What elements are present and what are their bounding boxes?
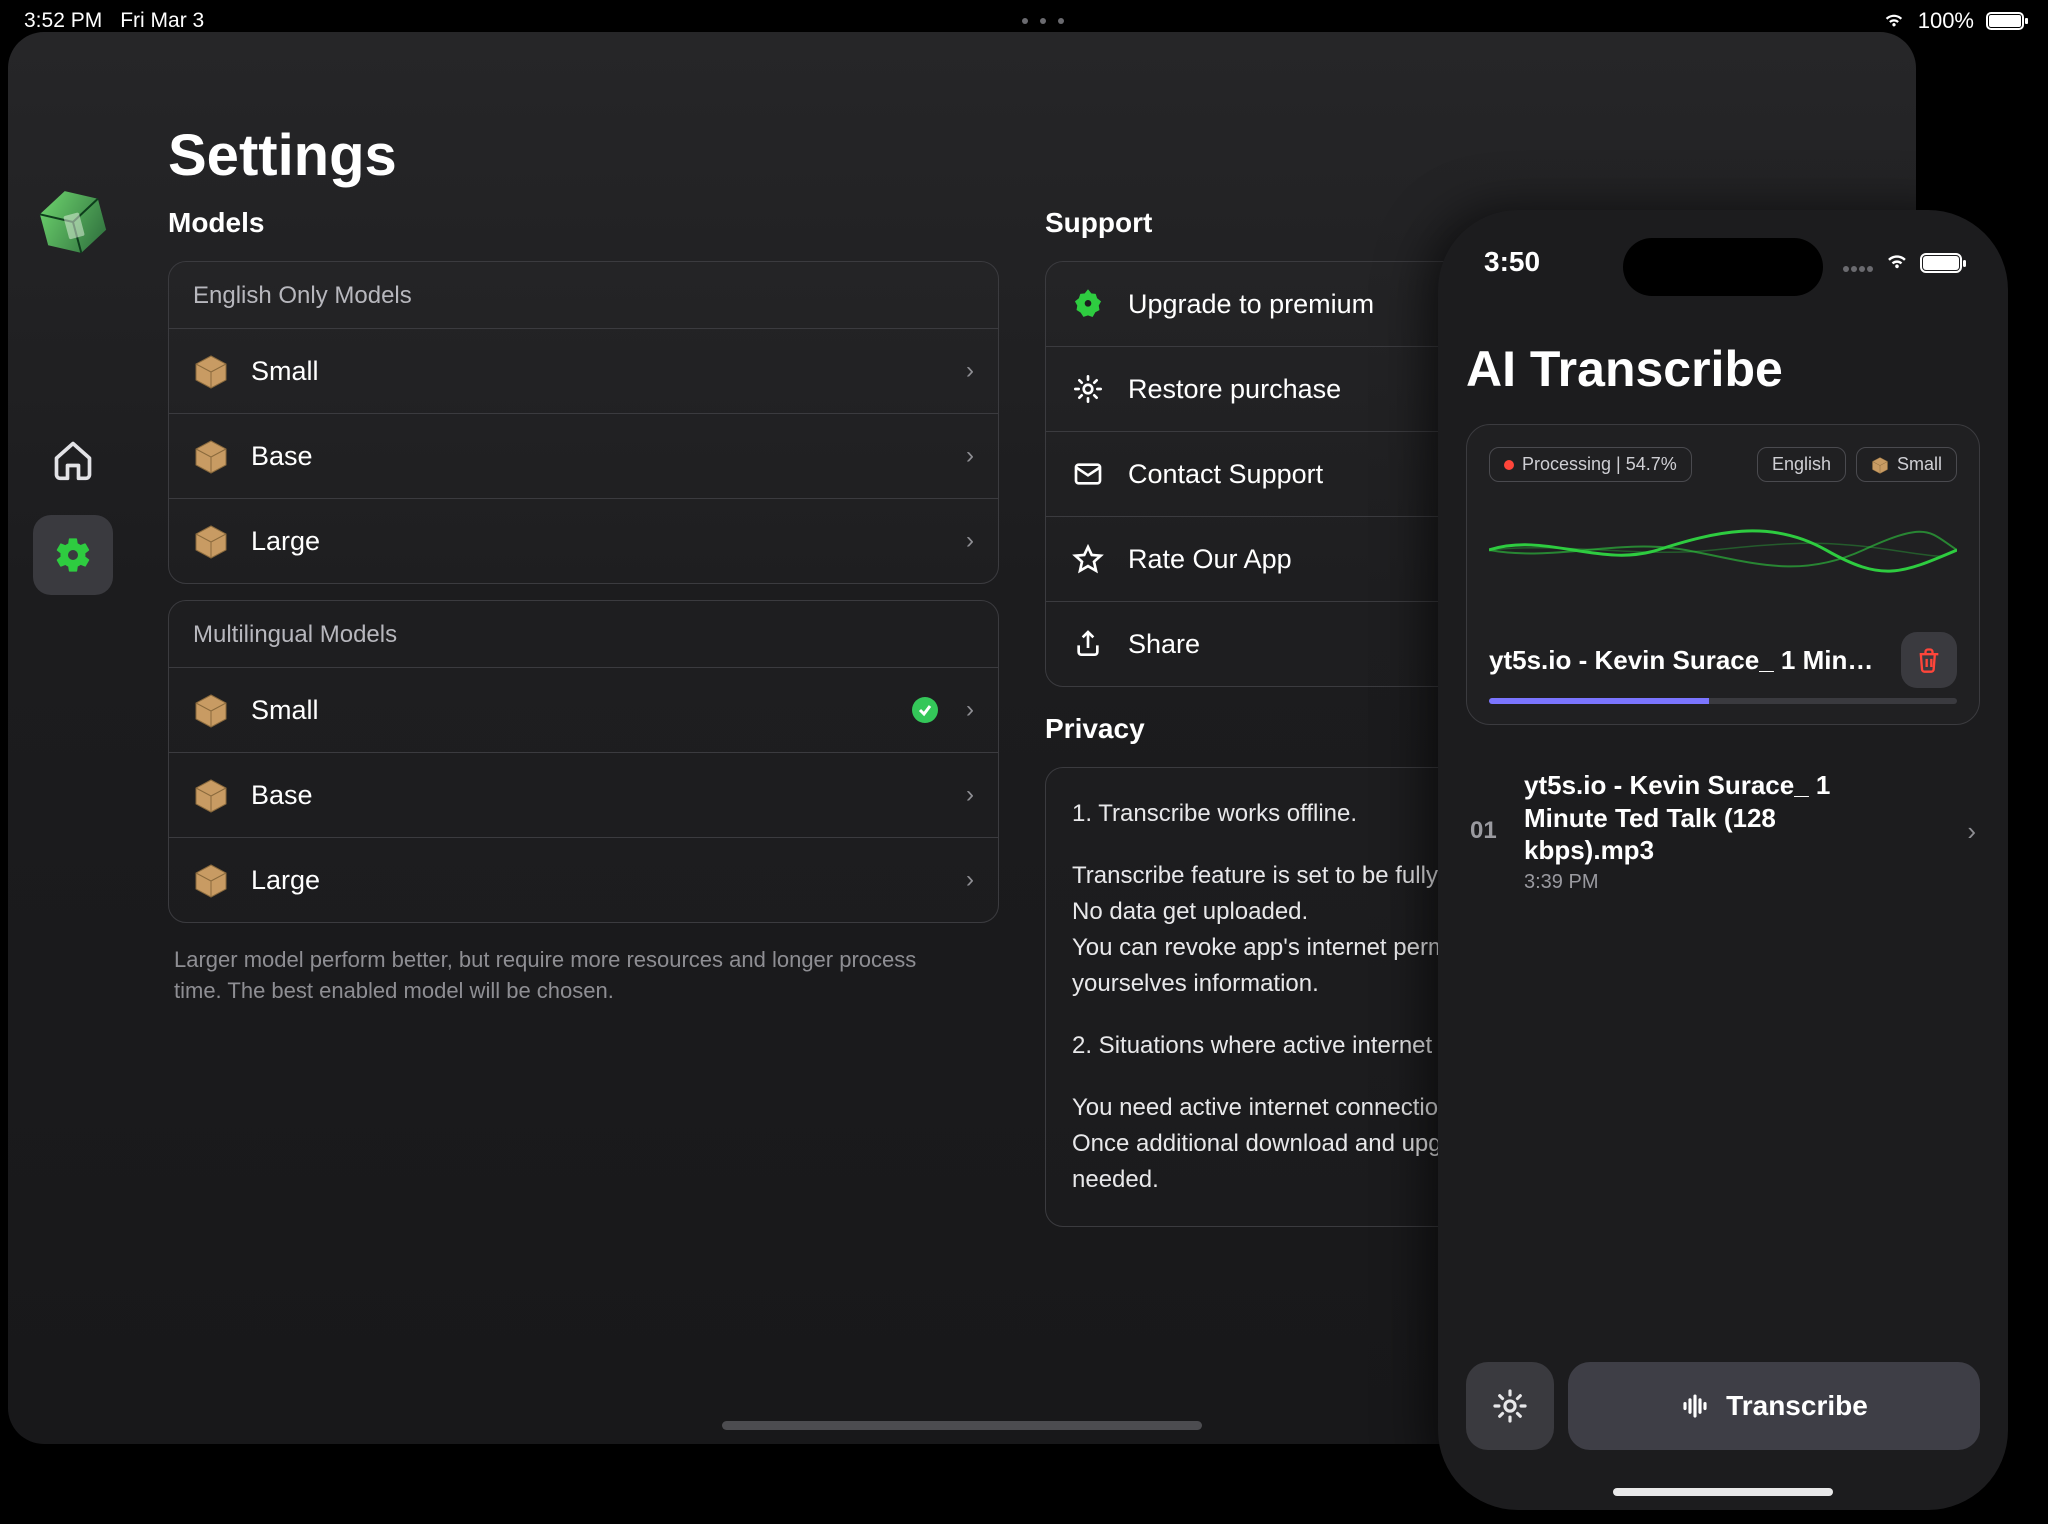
list-item-title: yt5s.io - Kevin Surace_ 1 Minute Ted Tal…	[1524, 769, 1904, 867]
multilingual-models-header: Multilingual Models	[169, 601, 998, 668]
status-date: Fri Mar 3	[120, 9, 204, 33]
current-file-name: yt5s.io - Kevin Surace_ 1 Minute...	[1489, 645, 1887, 676]
mail-icon	[1070, 456, 1106, 492]
progress-bar	[1489, 698, 1957, 704]
english-models-header: English Only Models	[169, 262, 998, 329]
recording-dot-icon	[1504, 460, 1514, 470]
delete-button[interactable]	[1901, 632, 1957, 688]
model-label: Base	[251, 441, 944, 472]
processing-pill: Processing | 54.7%	[1489, 447, 1692, 482]
language-pill[interactable]: English	[1757, 447, 1846, 482]
settings-icon[interactable]	[33, 515, 113, 595]
page-title: Settings	[168, 122, 1876, 189]
model-row-english-small[interactable]: Small	[169, 329, 998, 414]
english-models-panel: English Only Models Small Base Large	[168, 261, 999, 584]
package-icon	[193, 692, 229, 728]
model-row-multi-base[interactable]: Base	[169, 753, 998, 838]
iphone-time: 3:50	[1484, 246, 1540, 279]
checkmark-icon	[912, 697, 938, 723]
transcribe-button[interactable]: Transcribe	[1568, 1362, 1980, 1450]
transcription-list-item[interactable]: 01 yt5s.io - Kevin Surace_ 1 Minute Ted …	[1466, 747, 1980, 916]
iphone-settings-button[interactable]	[1466, 1362, 1554, 1450]
ipad-status-bar: 3:52 PM Fri Mar 3 100%	[0, 0, 2048, 32]
transcription-card: Processing | 54.7% English Small	[1466, 424, 1980, 725]
chevron-right-icon	[966, 527, 974, 555]
chevron-right-icon	[1967, 816, 1976, 847]
star-icon	[1070, 541, 1106, 577]
model-label: Base	[251, 780, 944, 811]
pill-label: Small	[1897, 454, 1942, 475]
model-row-english-large[interactable]: Large	[169, 499, 998, 583]
model-label: Large	[251, 526, 944, 557]
iphone-overlay: 3:50 AI Transcribe Processing | 54.7% En…	[1438, 210, 2008, 1510]
premium-badge-icon	[1070, 286, 1106, 322]
wifi-icon	[1884, 246, 1910, 279]
model-row-english-base[interactable]: Base	[169, 414, 998, 499]
battery-icon	[1920, 253, 1962, 273]
package-icon	[1871, 456, 1889, 474]
waveform-icon	[1489, 502, 1957, 598]
cellular-icon	[1842, 247, 1874, 279]
multilingual-models-panel: Multilingual Models Small Base	[168, 600, 999, 923]
package-icon	[193, 777, 229, 813]
gear-icon	[1070, 371, 1106, 407]
package-icon	[193, 523, 229, 559]
list-item-number: 01	[1470, 817, 1506, 845]
multitask-dots[interactable]	[1013, 18, 1073, 24]
list-item-time: 3:39 PM	[1524, 871, 1949, 894]
package-icon	[193, 353, 229, 389]
model-size-pill[interactable]: Small	[1856, 447, 1957, 482]
app-logo-icon[interactable]	[33, 182, 113, 262]
package-icon	[193, 438, 229, 474]
model-label: Large	[251, 865, 944, 896]
chevron-right-icon	[966, 357, 974, 385]
waveform-bars-icon	[1680, 1391, 1710, 1421]
battery-icon	[1986, 12, 2024, 30]
share-icon	[1070, 626, 1106, 662]
pill-label: English	[1772, 454, 1831, 475]
iphone-app-title: AI Transcribe	[1466, 340, 1980, 398]
model-row-multi-large[interactable]: Large	[169, 838, 998, 922]
dynamic-island	[1623, 238, 1823, 296]
package-icon	[193, 862, 229, 898]
transcribe-button-label: Transcribe	[1726, 1390, 1868, 1422]
model-label: Small	[251, 356, 944, 387]
ipad-home-indicator[interactable]	[722, 1421, 1202, 1430]
chevron-right-icon	[966, 866, 974, 894]
battery-percent: 100%	[1918, 8, 1974, 34]
chevron-right-icon	[966, 442, 974, 470]
processing-text: Processing | 54.7%	[1522, 454, 1677, 475]
model-label: Small	[251, 695, 890, 726]
model-row-multi-small[interactable]: Small	[169, 668, 998, 753]
chevron-right-icon	[966, 696, 974, 724]
models-footnote: Larger model perform better, but require…	[168, 939, 968, 1013]
status-time: 3:52 PM	[24, 9, 102, 33]
home-icon[interactable]	[51, 438, 95, 487]
models-section-label: Models	[168, 207, 999, 239]
chevron-right-icon	[966, 781, 974, 809]
iphone-home-indicator[interactable]	[1613, 1488, 1833, 1496]
left-rail	[8, 32, 138, 1444]
